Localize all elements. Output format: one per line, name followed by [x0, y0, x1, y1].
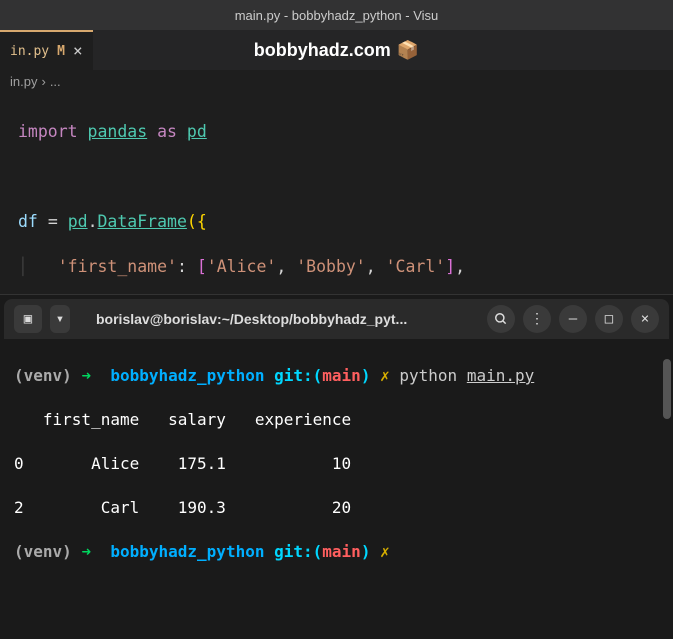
new-tab-icon[interactable]: ▣	[14, 305, 42, 333]
code-line: df = pd.DataFrame({	[18, 211, 661, 234]
chevron-down-icon[interactable]: ▾	[50, 305, 70, 333]
terminal-line: (venv) ➜ bobbyhadz_python git:(main) ✗ p…	[14, 365, 663, 387]
terminal-line: (venv) ➜ bobbyhadz_python git:(main) ✗	[14, 541, 663, 563]
tabs-row: in.py M × bobbyhadz.com 📦	[0, 30, 673, 70]
close-terminal-icon[interactable]: ×	[631, 305, 659, 333]
close-icon[interactable]: ×	[73, 43, 83, 59]
cube-icon: 📦	[397, 40, 419, 61]
terminal-header: ▣ ▾ borislav@borislav:~/Desktop/bobbyhad…	[4, 299, 669, 339]
breadcrumb-more: ...	[50, 74, 61, 89]
maximize-icon[interactable]: □	[595, 305, 623, 333]
tab-filename: in.py	[10, 44, 49, 59]
terminal-panel: ▣ ▾ borislav@borislav:~/Desktop/bobbyhad…	[0, 294, 673, 639]
breadcrumb-file: in.py	[10, 74, 37, 89]
tab-modified-indicator: M	[57, 44, 65, 59]
code-line: │ 'first_name': ['Alice', 'Bobby', 'Carl…	[18, 256, 661, 279]
terminal-body[interactable]: (venv) ➜ bobbyhadz_python git:(main) ✗ p…	[0, 339, 673, 639]
scrollbar[interactable]	[663, 359, 671, 419]
terminal-title: borislav@borislav:~/Desktop/bobbyhadz_py…	[78, 311, 479, 327]
window-title: main.py - bobbyhadz_python - Visu	[235, 8, 439, 23]
terminal-line: 0 Alice 175.1 10	[14, 453, 663, 475]
search-icon[interactable]	[487, 305, 515, 333]
menu-icon[interactable]: ⋮	[523, 305, 551, 333]
code-line	[18, 166, 661, 189]
window-title-bar: main.py - bobbyhadz_python - Visu	[0, 0, 673, 30]
chevron-right-icon: ›	[41, 74, 45, 89]
terminal-line: 2 Carl 190.3 20	[14, 497, 663, 519]
minimize-icon[interactable]: –	[559, 305, 587, 333]
watermark: bobbyhadz.com 📦	[254, 40, 419, 61]
terminal-line: first_name salary experience	[14, 409, 663, 431]
code-editor[interactable]: import pandas as pd df = pd.DataFrame({ …	[0, 92, 673, 294]
tab-main-py[interactable]: in.py M ×	[0, 30, 93, 70]
watermark-text: bobbyhadz.com	[254, 40, 391, 61]
breadcrumb[interactable]: in.py › ...	[0, 70, 673, 92]
code-line: import pandas as pd	[18, 121, 661, 144]
